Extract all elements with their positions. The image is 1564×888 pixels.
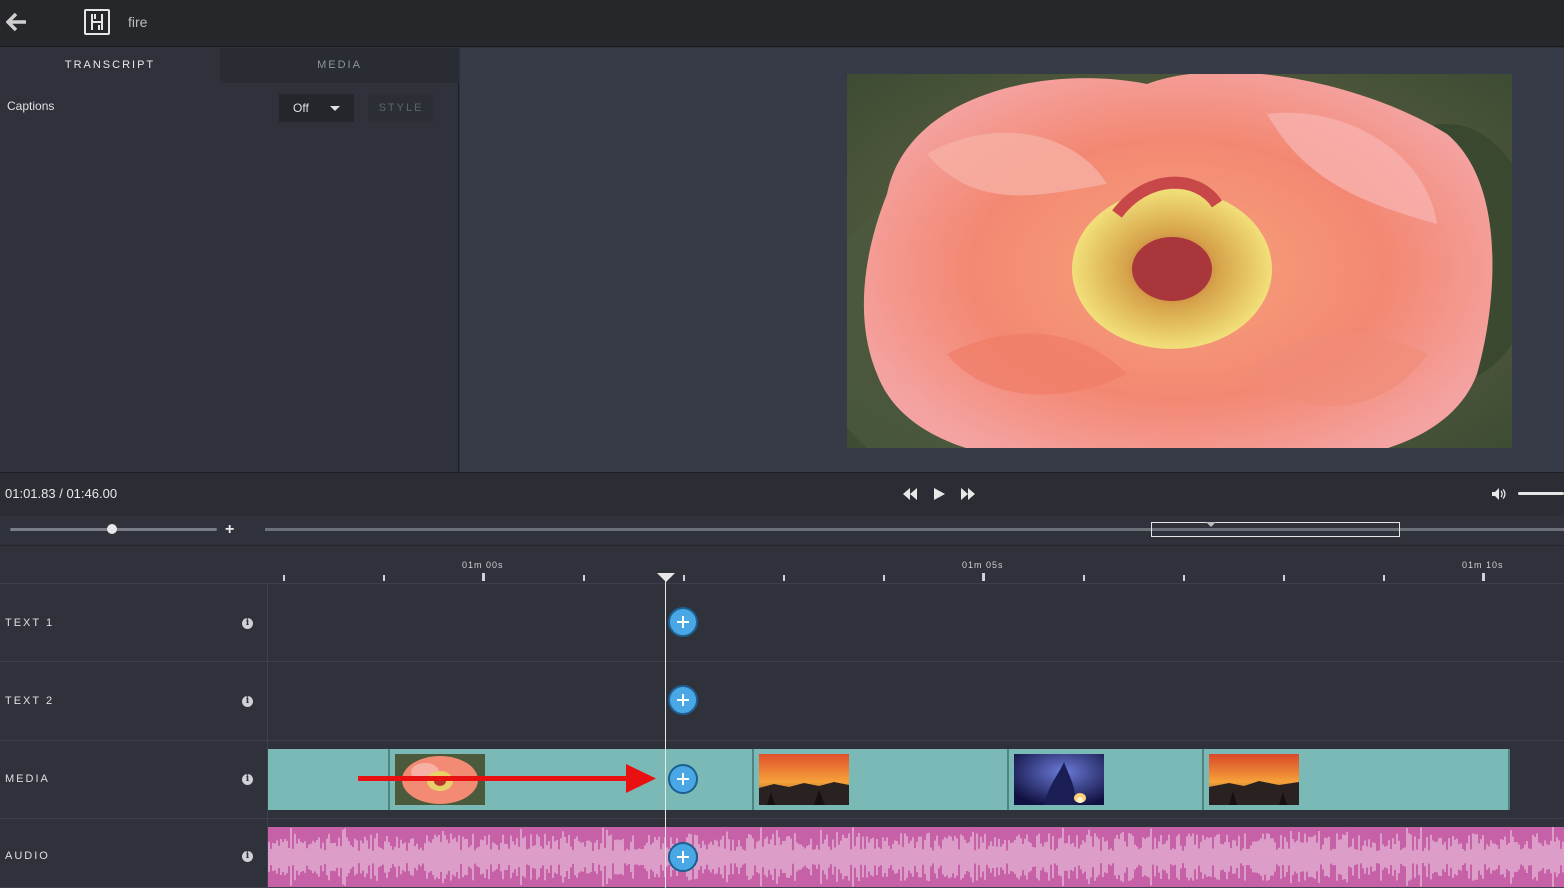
info-icon[interactable]: i: [242, 618, 253, 629]
add-text-2-button[interactable]: [668, 685, 698, 715]
ruler-ticks: [283, 573, 1485, 581]
volume-slider[interactable]: [1518, 492, 1564, 495]
clip-thumbnail-sunset[interactable]: [759, 754, 849, 805]
playhead-handle-icon[interactable]: [657, 573, 675, 582]
add-text-1-button[interactable]: [668, 607, 698, 637]
tab-media[interactable]: MEDIA: [220, 48, 459, 83]
player-controls: 01:01.83 / 01:46.00: [0, 472, 1564, 516]
info-icon[interactable]: i: [242, 696, 253, 707]
track-text-2: TEXT 2 i: [0, 662, 1564, 741]
ruler-tick: [383, 575, 385, 581]
captions-select[interactable]: Off: [279, 94, 354, 122]
captions-label: Captions: [7, 99, 55, 113]
clip-divider[interactable]: [752, 749, 754, 810]
timeline-ruler[interactable]: 01m 00s 01m 05s 01m 10s: [0, 546, 1564, 584]
track-text-1: TEXT 1 i: [0, 584, 1564, 662]
ruler-label: 01m 05s: [962, 560, 1004, 570]
add-media-button[interactable]: [668, 764, 698, 794]
fast-forward-icon[interactable]: [959, 485, 977, 503]
zoom-in-button[interactable]: +: [225, 521, 234, 539]
annotation-arrow-icon: [358, 764, 656, 793]
audio-waveform: [268, 827, 1564, 887]
track-audio: AUDIO i: [0, 819, 1564, 888]
ruler-tick: [583, 575, 585, 581]
info-icon[interactable]: i: [242, 851, 253, 862]
track-label: TEXT 1: [5, 617, 55, 629]
project-title[interactable]: fire: [128, 14, 147, 30]
clip-thumbnail-sunset[interactable]: [1209, 754, 1299, 805]
ruler-tick: [783, 575, 785, 581]
rewind-icon[interactable]: [901, 485, 919, 503]
left-panel: TRANSCRIPT MEDIA Captions Off STYLE: [0, 48, 459, 472]
caret-down-icon: [330, 106, 340, 111]
track-media: MEDIA i: [0, 741, 1564, 819]
clip-divider[interactable]: [1007, 749, 1009, 810]
captions-select-value: Off: [293, 101, 309, 115]
preview-flower-image: [847, 74, 1512, 448]
video-preview[interactable]: [460, 48, 1564, 472]
top-bar: fire: [0, 0, 1564, 47]
play-icon[interactable]: [930, 485, 948, 503]
ruler-tick: [1283, 575, 1285, 581]
ruler-tick-major: [982, 573, 985, 581]
ruler-label: 01m 00s: [462, 560, 504, 570]
zoom-row: +: [0, 516, 1564, 546]
info-icon[interactable]: i: [242, 774, 253, 785]
ruler-tick: [1383, 575, 1385, 581]
ruler-tick-major: [482, 573, 485, 581]
app-logo[interactable]: [84, 9, 110, 35]
clip-thumbnail-campfire[interactable]: [1014, 754, 1104, 805]
back-arrow-icon[interactable]: [6, 11, 28, 33]
logo-icon: [91, 14, 103, 30]
timeline-overview-window[interactable]: [1151, 522, 1400, 537]
ruler-tick: [1083, 575, 1085, 581]
add-audio-button[interactable]: [668, 842, 698, 872]
ruler-label: 01m 10s: [1462, 560, 1504, 570]
track-label: TEXT 2: [5, 695, 55, 707]
track-text-2-body[interactable]: [267, 662, 1564, 740]
ruler-tick: [283, 575, 285, 581]
zoom-slider-knob[interactable]: [107, 524, 117, 534]
tab-transcript[interactable]: TRANSCRIPT: [0, 48, 220, 83]
ruler-tick: [683, 575, 685, 581]
ruler-tick-major: [1482, 573, 1485, 581]
playhead-line[interactable]: [665, 576, 666, 888]
track-label: MEDIA: [5, 773, 50, 785]
overview-playhead-icon: [1206, 522, 1216, 527]
clip-divider[interactable]: [1202, 749, 1204, 810]
timecode: 01:01.83 / 01:46.00: [5, 486, 118, 501]
style-button[interactable]: STYLE: [368, 94, 434, 122]
track-label: AUDIO: [5, 850, 50, 862]
ruler-tick: [883, 575, 885, 581]
clip-divider[interactable]: [1508, 749, 1510, 810]
ruler-tick: [1183, 575, 1185, 581]
audio-clip[interactable]: [268, 827, 1564, 887]
track-text-1-body[interactable]: [267, 584, 1564, 661]
volume-icon[interactable]: [1490, 486, 1506, 502]
